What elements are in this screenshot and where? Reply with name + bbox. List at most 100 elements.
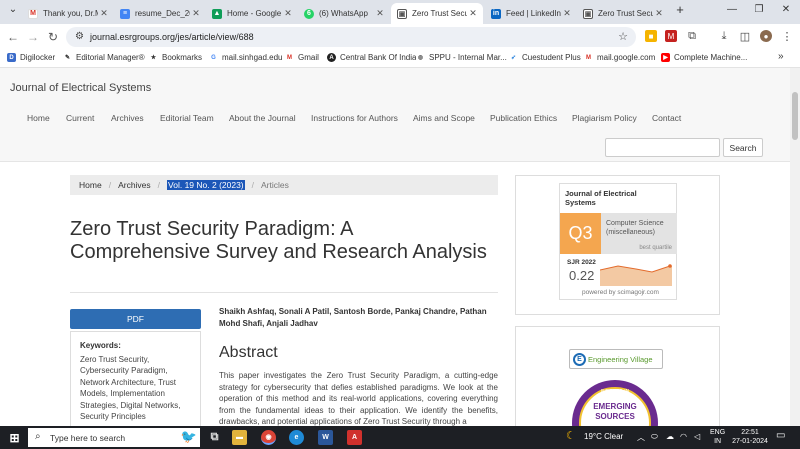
reload-icon[interactable]: ↻ [46,30,60,44]
bookmark-item[interactable]: ◍ SPPU - Internal Mar... [416,53,507,62]
tab-gmail[interactable]: M Thank you, Dr.Ma ✕ [22,3,114,24]
close-icon[interactable]: ✕ [561,8,573,19]
tab-zero-trust-active[interactable]: ▣ Zero Trust Secu ✕ [391,3,483,24]
nav-home[interactable]: Home [27,113,50,123]
bookmark-item[interactable]: ✎ Editorial Manager® [63,53,145,62]
nav-contact[interactable]: Contact [652,113,681,123]
pdf-button[interactable]: PDF [70,309,201,329]
nav-about[interactable]: About the Journal [229,113,296,123]
minimize-icon[interactable]: — [725,4,739,15]
nav-plagiarism-policy[interactable]: Plagiarism Policy [572,113,637,123]
clock[interactable]: 22:51 27-01-2024 [730,428,770,446]
quartile-label: best quartile [639,245,672,251]
tray-cloud-icon[interactable]: ☁ [666,432,674,441]
site-header: Journal of Electrical Systems Home Curre… [0,68,790,162]
extensions-puzzle-icon[interactable]: ⧉ [686,30,698,42]
nav-publication-ethics[interactable]: Publication Ethics [490,113,557,123]
tray-app-icon[interactable]: ⬭ [651,432,658,442]
chrome-icon[interactable]: ◉ [261,430,276,445]
clock-date: 27-01-2024 [732,438,768,445]
taskbar-search[interactable]: ⌕ Type here to search 🐦 [28,428,200,447]
address-bar[interactable]: ⚙ journal.esrgroups.org/jes/article/view… [66,27,636,47]
bookmark-item[interactable]: M Gmail [285,53,319,62]
acrobat-icon[interactable]: A [347,430,362,445]
close-icon[interactable]: ✕ [374,8,386,19]
window-close-icon[interactable]: ✕ [779,4,793,15]
bookmark-item[interactable]: ★ Bookmarks [149,53,202,62]
bookmark-item[interactable]: D Digilocker [7,53,55,62]
taskbar-search-placeholder: Type here to search [50,432,126,443]
breadcrumb-current: Articles [261,180,289,190]
bookmark-item[interactable]: ▶ Complete Machine... [661,53,747,62]
badge-line2: SOURCES [595,412,635,421]
whatsapp-icon: 6 [304,8,314,19]
tab-search-icon[interactable]: ⌄ [6,4,20,15]
weather-text[interactable]: 19°C Clear [584,432,623,441]
tray-chevron-icon[interactable]: ︿ [637,432,645,443]
search-button[interactable]: Search [723,138,763,157]
side-panel-icon[interactable]: ◫ [739,30,751,43]
tab-drive[interactable]: ▲ Home - Google D ✕ [206,3,298,24]
notifications-icon[interactable]: ▭ [776,430,785,441]
bookmark-item[interactable]: A Central Bank Of India [327,53,416,62]
extension-icon[interactable]: ■ [645,30,657,42]
restore-icon[interactable]: ❐ [752,4,766,15]
close-icon[interactable]: ✕ [190,8,202,19]
breadcrumb-issue[interactable]: Vol. 19 No. 2 (2023) [167,180,245,190]
sjr-powered-by[interactable]: powered by scimagojr.com [582,289,659,296]
volume-icon[interactable]: ◁ [694,432,700,441]
close-icon[interactable]: ✕ [98,8,110,19]
tab-zero-trust[interactable]: ▣ Zero Trust Secu ✕ [577,3,669,24]
windows-taskbar: ⊞ ⌕ Type here to search 🐦 ⧉ ▬ ◉ e W A ☾ … [0,426,800,449]
breadcrumb-archives[interactable]: Archives [118,180,151,190]
mendeley-extension-icon[interactable]: M [665,30,677,42]
windows-start-icon[interactable]: ⊞ [7,430,22,445]
tab-docs[interactable]: ≡ resume_Dec_202 ✕ [114,3,206,24]
bookmark-item[interactable]: ➶ Cuestudent Plus [509,53,581,62]
close-icon[interactable]: ✕ [282,8,294,19]
sjr-widget[interactable]: Journal of Electrical Systems Q3 Compute… [559,183,677,300]
bookmark-item[interactable]: Mmail.google.com [584,53,655,62]
download-icon[interactable]: ⤓ [718,30,730,42]
wifi-icon[interactable]: ◠ [680,432,687,441]
nav-aims-scope[interactable]: Aims and Scope [413,113,475,123]
site-title[interactable]: Journal of Electrical Systems [10,82,151,94]
keyword: Models, Implementation [80,389,165,398]
drive-icon: ▲ [212,8,222,19]
task-view-icon[interactable]: ⧉ [207,430,222,445]
page-scrollbar[interactable] [790,68,800,426]
nav-current[interactable]: Current [66,113,94,123]
weather-moon-icon[interactable]: ☾ [566,429,576,442]
file-explorer-icon[interactable]: ▬ [232,430,247,445]
nav-editorial-team[interactable]: Editorial Team [160,113,214,123]
breadcrumb-home[interactable]: Home [79,180,102,190]
tab-linkedin[interactable]: in Feed | LinkedIn ✕ [485,3,577,24]
search-input[interactable] [605,138,720,157]
nav-instructions[interactable]: Instructions for Authors [311,113,398,123]
new-tab-button[interactable]: + [673,2,687,17]
digilocker-icon: D [7,53,16,62]
language-indicator[interactable]: ENG IN [710,428,725,446]
profile-avatar[interactable]: ● [760,30,772,42]
sjr-category: Computer Science (miscellaneous) best qu… [601,213,677,254]
bookmark-star-icon[interactable]: ☆ [618,30,628,43]
bookmarks-overflow-icon[interactable]: » [778,51,784,62]
bookmark-item[interactable]: Gmail.sinhgad.edu [209,53,282,62]
site-info-icon[interactable]: ⚙ [75,31,84,42]
breadcrumb: Home / Archives / Vol. 19 No. 2 (2023) /… [70,175,498,195]
keyword: Security Principles [80,412,146,421]
engineering-village-badge[interactable]: E Engineering Village [569,349,663,369]
forward-icon[interactable]: → [26,30,40,44]
tab-whatsapp[interactable]: 6 (6) WhatsApp ✕ [298,3,390,24]
badge-top-text: INDEXED IN [600,389,630,395]
nav-archives[interactable]: Archives [111,113,144,123]
menu-icon[interactable]: ⋮ [781,30,793,43]
breadcrumb-separator: / [157,180,161,190]
tab-label: Zero Trust Secu [598,9,653,18]
scrollbar-thumb[interactable] [792,92,798,140]
back-icon[interactable]: ← [6,30,20,44]
close-icon[interactable]: ✕ [653,8,665,19]
word-icon[interactable]: W [318,430,333,445]
edge-icon[interactable]: e [289,430,304,445]
close-icon[interactable]: ✕ [467,8,479,19]
